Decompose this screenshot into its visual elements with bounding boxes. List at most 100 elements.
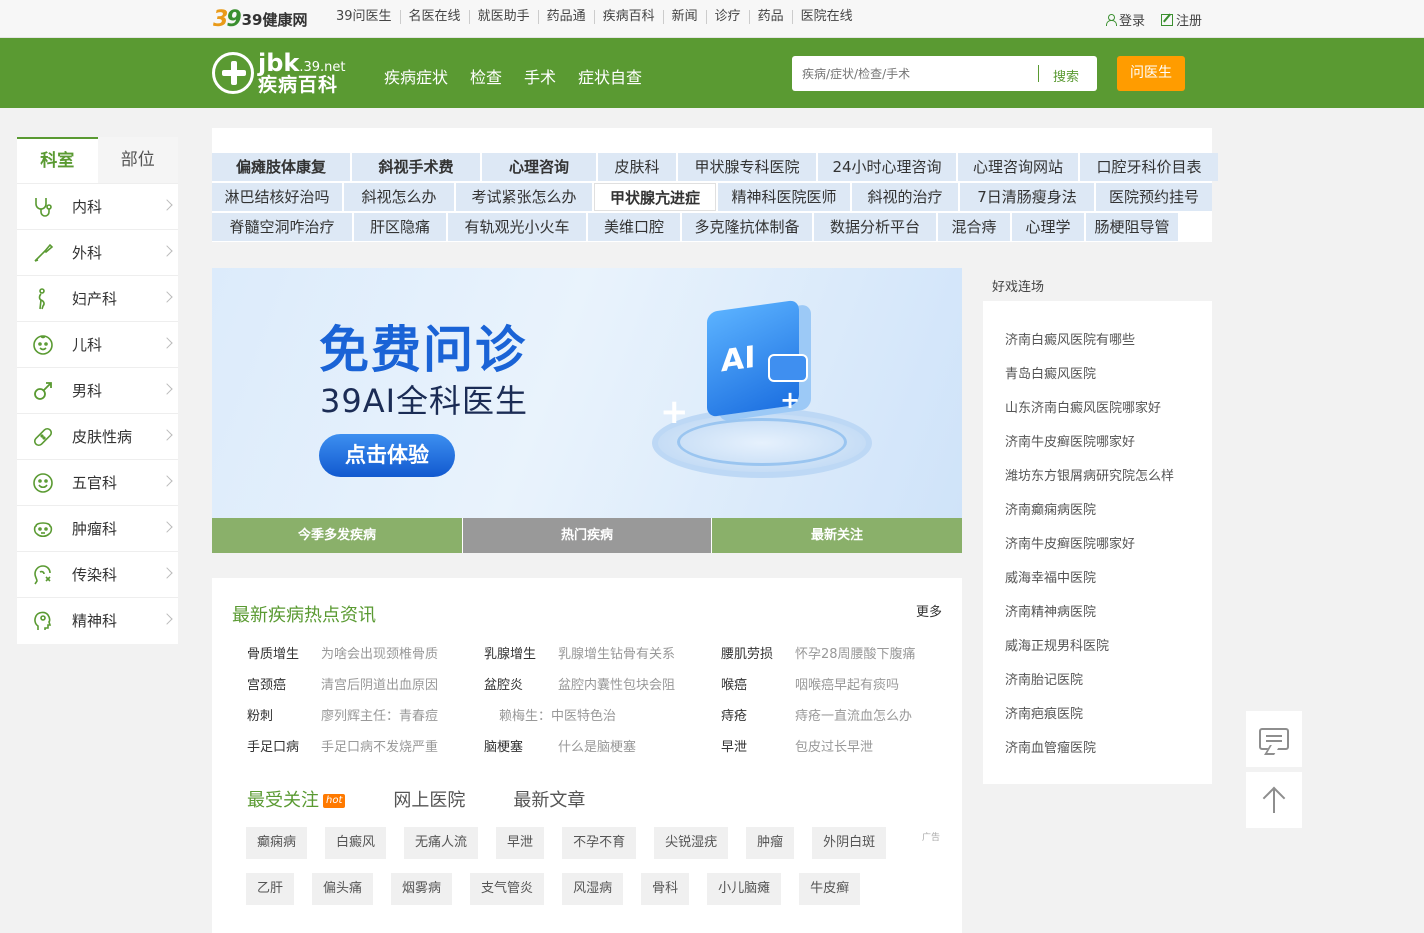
news-disease[interactable]: 粉刺 bbox=[247, 705, 321, 724]
news-disease[interactable]: 乳腺增生 bbox=[484, 643, 558, 662]
more-link[interactable]: 更多 bbox=[916, 601, 942, 620]
tag-link[interactable]: 斜视手术费 bbox=[352, 153, 480, 181]
tag-link[interactable]: 肝区隐痛 bbox=[354, 213, 446, 241]
tab-latest-articles[interactable]: 最新文章 bbox=[513, 786, 585, 812]
tag-link[interactable]: 医院预约挂号 bbox=[1096, 183, 1212, 211]
news-disease[interactable]: 盆腔炎 bbox=[484, 674, 558, 693]
tag-link[interactable]: 淋巴结核好治吗 bbox=[212, 183, 342, 211]
sidebar-item-gynecology[interactable]: 妇产科 bbox=[17, 275, 178, 321]
sidebar-item-pediatrics[interactable]: 儿科 bbox=[17, 321, 178, 367]
login-link[interactable]: 登录 bbox=[1105, 10, 1145, 29]
tab-body-part[interactable]: 部位 bbox=[97, 137, 178, 183]
top-nav-item[interactable]: 名医在线 bbox=[401, 10, 470, 24]
back-to-top-button[interactable] bbox=[1246, 772, 1302, 828]
tag-link[interactable]: 偏瘫肢体康复 bbox=[212, 153, 350, 181]
tag-link[interactable]: 考试紧张怎么办 bbox=[456, 183, 592, 211]
news-headline[interactable]: 什么是脑梗塞 bbox=[558, 736, 636, 755]
tab-most-followed[interactable]: 最受关注 hot bbox=[247, 786, 346, 812]
tab-online-hospital[interactable]: 网上医院 bbox=[393, 786, 465, 812]
banner-tab[interactable]: 最新关注 bbox=[712, 518, 962, 553]
news-disease[interactable] bbox=[484, 705, 499, 724]
disease-chip[interactable]: 乙肝 bbox=[246, 873, 295, 905]
tag-link[interactable]: 精神科医院医师 bbox=[718, 183, 850, 211]
sidebar-item-oncology[interactable]: 肿瘤科 bbox=[17, 505, 178, 551]
list-item[interactable]: 济南精神病医院 bbox=[983, 596, 1212, 630]
tag-link[interactable]: 斜视怎么办 bbox=[344, 183, 454, 211]
disease-chip[interactable]: 白癜风 bbox=[325, 827, 387, 859]
top-nav-item[interactable]: 疾病百科 bbox=[595, 10, 664, 24]
tag-link[interactable]: 美维口腔 bbox=[588, 213, 680, 241]
tag-link[interactable]: 混合痔 bbox=[938, 213, 1010, 241]
top-nav-item[interactable]: 药品 bbox=[750, 10, 793, 24]
sidebar-item-andrology[interactable]: 男科 bbox=[17, 367, 178, 413]
feedback-button[interactable] bbox=[1246, 711, 1302, 767]
tag-link[interactable]: 斜视的治疗 bbox=[852, 183, 958, 211]
disease-chip[interactable]: 不孕不育 bbox=[562, 827, 637, 859]
tag-link[interactable]: 心理咨询网站 bbox=[958, 153, 1078, 181]
ask-doctor-button[interactable]: 问医生 bbox=[1117, 56, 1185, 91]
list-item[interactable]: 潍坊东方银屑病研究院怎么样 bbox=[983, 460, 1212, 494]
disease-chip[interactable]: 偏头痛 bbox=[312, 873, 374, 905]
ai-doctor-banner[interactable]: 免费问诊 39AI全科医生 点击体验 AI + + bbox=[212, 268, 962, 518]
tag-link[interactable]: 口腔牙科价目表 bbox=[1080, 153, 1218, 181]
top-nav-item[interactable]: 就医助手 bbox=[470, 10, 539, 24]
top-nav-item[interactable]: 药品通 bbox=[539, 10, 595, 24]
list-item[interactable]: 威海幸福中医院 bbox=[983, 562, 1212, 596]
news-headline[interactable]: 痔疮一直流血怎么办 bbox=[795, 705, 912, 724]
news-disease[interactable]: 喉癌 bbox=[721, 674, 795, 693]
disease-chip[interactable]: 骨科 bbox=[641, 873, 690, 905]
tag-link[interactable]: 心理咨询 bbox=[482, 153, 596, 181]
sidebar-item-infectious[interactable]: 传染科 bbox=[17, 551, 178, 597]
news-headline[interactable]: 为啥会出现颈椎骨质 bbox=[321, 643, 438, 662]
disease-chip[interactable]: 早泄 bbox=[496, 827, 545, 859]
tag-link[interactable]: 脊髓空洞咋治疗 bbox=[212, 213, 352, 241]
main-nav-item[interactable]: 症状自查 bbox=[578, 64, 642, 88]
39jk-logo[interactable]: 39 39健康网 bbox=[213, 7, 308, 32]
jbk-logo[interactable]: jbk.39.net 疾病百科 bbox=[212, 51, 346, 95]
list-item[interactable]: 济南牛皮癣医院哪家好 bbox=[983, 426, 1212, 460]
news-headline[interactable]: 乳腺增生钻骨有关系 bbox=[558, 643, 675, 662]
tag-link[interactable]: 肠梗阻导管 bbox=[1086, 213, 1178, 241]
banner-cta-button[interactable]: 点击体验 bbox=[319, 434, 455, 477]
news-disease[interactable]: 脑梗塞 bbox=[484, 736, 558, 755]
top-nav-item[interactable]: 39问医生 bbox=[336, 10, 401, 24]
disease-chip[interactable]: 牛皮癣 bbox=[799, 873, 861, 905]
news-disease[interactable]: 早泄 bbox=[721, 736, 795, 755]
news-disease[interactable]: 宫颈癌 bbox=[247, 674, 321, 693]
news-headline[interactable]: 廖列辉主任：青春痘 bbox=[321, 705, 438, 724]
top-nav-item[interactable]: 医院在线 bbox=[793, 10, 853, 24]
search-button[interactable]: 搜索 bbox=[1053, 66, 1079, 85]
disease-chip[interactable]: 风湿病 bbox=[562, 873, 624, 905]
sidebar-item-dermatology[interactable]: 皮肤性病 bbox=[17, 413, 178, 459]
disease-chip[interactable]: 癫痫病 bbox=[246, 827, 308, 859]
sidebar-item-surgery[interactable]: 外科 bbox=[17, 229, 178, 275]
news-headline[interactable]: 怀孕28周腰酸下腹痛 bbox=[795, 643, 916, 662]
news-headline[interactable]: 手足口病不发烧严重 bbox=[321, 736, 438, 755]
tag-link[interactable]: 多克隆抗体制备 bbox=[682, 213, 812, 241]
list-item[interactable]: 济南胎记医院 bbox=[983, 664, 1212, 698]
register-link[interactable]: 注册 bbox=[1161, 10, 1202, 29]
list-item[interactable]: 青岛白癜风医院 bbox=[983, 358, 1212, 392]
tag-link[interactable]: 甲状腺专科医院 bbox=[678, 153, 816, 181]
disease-chip[interactable]: 尖锐湿疣 bbox=[654, 827, 729, 859]
news-disease[interactable]: 痔疮 bbox=[721, 705, 795, 724]
disease-chip[interactable]: 外阴白斑 bbox=[812, 827, 887, 859]
sidebar-item-ent[interactable]: 五官科 bbox=[17, 459, 178, 505]
list-item[interactable]: 济南白癜风医院有哪些 bbox=[983, 324, 1212, 358]
list-item[interactable]: 济南牛皮癣医院哪家好 bbox=[983, 528, 1212, 562]
main-nav-item[interactable]: 手术 bbox=[524, 64, 556, 88]
list-item[interactable]: 山东济南白癜风医院哪家好 bbox=[983, 392, 1212, 426]
sidebar-item-internal[interactable]: 内科 bbox=[17, 183, 178, 229]
main-nav-item[interactable]: 检查 bbox=[470, 64, 502, 88]
banner-tab[interactable]: 热门疾病 bbox=[462, 518, 712, 553]
tag-link[interactable]: 7日清肠瘦身法 bbox=[960, 183, 1094, 211]
news-headline[interactable]: 赖梅生：中医特色治 bbox=[499, 705, 616, 724]
news-headline[interactable]: 包皮过长早泄 bbox=[795, 736, 873, 755]
disease-chip[interactable]: 支气管炎 bbox=[470, 873, 545, 905]
tag-link[interactable]: 数据分析平台 bbox=[814, 213, 936, 241]
tag-link[interactable]: 24小时心理咨询 bbox=[818, 153, 956, 181]
tab-department[interactable]: 科室 bbox=[17, 137, 98, 183]
tag-link[interactable]: 有轨观光小火车 bbox=[448, 213, 586, 241]
news-headline[interactable]: 清宫后阴道出血原因 bbox=[321, 674, 438, 693]
list-item[interactable]: 威海正规男科医院 bbox=[983, 630, 1212, 664]
